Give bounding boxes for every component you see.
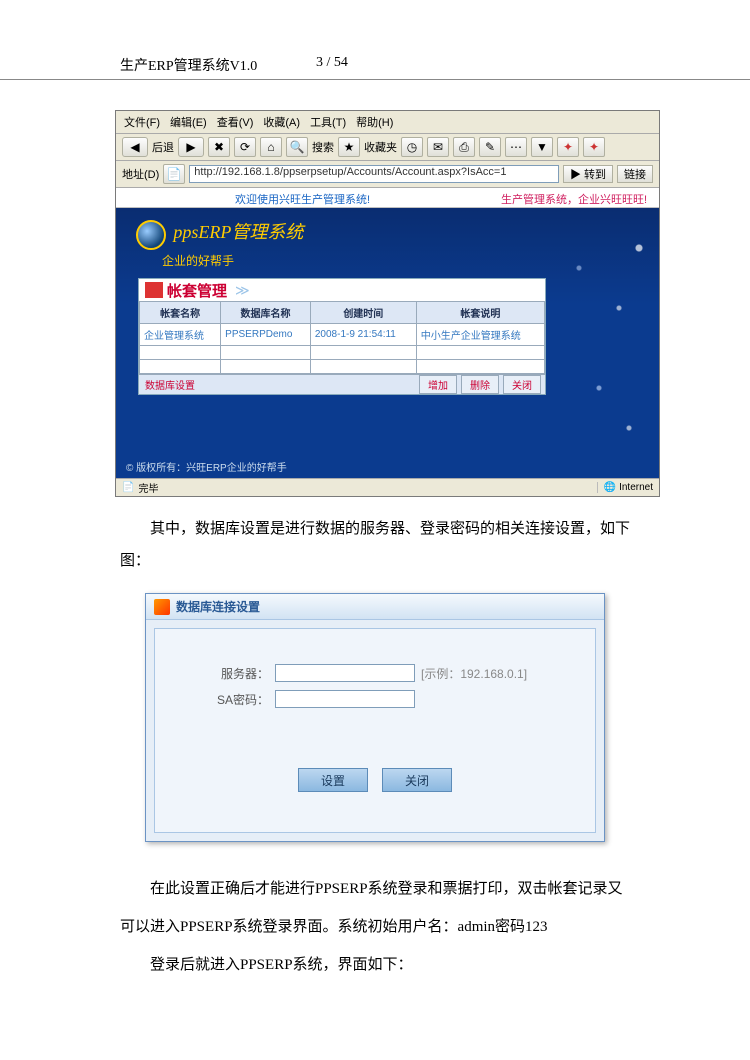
- col-account-name[interactable]: 帐套名称: [140, 302, 221, 324]
- close-dialog-button[interactable]: 关闭: [382, 768, 452, 792]
- stop-button[interactable]: ✖: [208, 137, 230, 157]
- dialog-icon: [154, 599, 170, 615]
- mail-button[interactable]: ✉: [427, 137, 449, 157]
- close-button[interactable]: 关闭: [503, 375, 541, 394]
- menu-favorites[interactable]: 收藏(A): [263, 114, 300, 130]
- links-button[interactable]: 链接: [617, 165, 653, 183]
- refresh-button[interactable]: ⟳: [234, 137, 256, 157]
- col-desc[interactable]: 帐套说明: [416, 302, 544, 324]
- account-table: 帐套名称 数据库名称 创建时间 帐套说明 企业管理系统 PPSERPDemo 2…: [139, 301, 545, 374]
- col-create-time[interactable]: 创建时间: [310, 302, 416, 324]
- goto-button[interactable]: ▶ 转到: [563, 165, 613, 183]
- paragraph-3: 登录后就进入PPSERP系统，界面如下：: [0, 946, 750, 984]
- cell-account-name: 企业管理系统: [140, 324, 221, 346]
- forward-button[interactable]: ▶: [178, 137, 204, 157]
- delete-button[interactable]: 删除: [461, 375, 499, 394]
- panel-title: 帐套管理: [167, 280, 227, 301]
- tool-button-2[interactable]: ▼: [531, 137, 553, 157]
- tool-button-4[interactable]: ✦: [583, 137, 605, 157]
- doc-title: 生产ERP管理系统V1.0: [120, 55, 310, 75]
- account-panel: 帐套管理 ≫ 帐套名称 数据库名称 创建时间 帐套说明 企业管理系统 PPSER…: [138, 278, 546, 395]
- dialog-title: 数据库连接设置: [176, 598, 260, 615]
- document-header: 生产ERP管理系统V1.0 3 / 54: [0, 55, 750, 80]
- dialog-body: 服务器： [示例：192.168.0.1] SA密码： 设置 关闭: [154, 628, 596, 833]
- panel-footer: 数据库设置 增加 删除 关闭: [139, 374, 545, 394]
- search-label: 搜索: [312, 139, 334, 155]
- edit-button[interactable]: ✎: [479, 137, 501, 157]
- tool-button-1[interactable]: ⋯: [505, 137, 527, 157]
- table-row-empty: [140, 360, 545, 374]
- ie-toolbar: ◀ 后退 ▶ ✖ ⟳ ⌂ 🔍 搜索 ★ 收藏夹 ◷ ✉ ⎙ ✎ ⋯ ▼ ✦ ✦: [116, 134, 659, 161]
- dialog-title-bar: 数据库连接设置: [146, 594, 604, 620]
- sa-password-label: SA密码：: [209, 691, 269, 708]
- browser-window: 文件(F) 编辑(E) 查看(V) 收藏(A) 工具(T) 帮助(H) ◀ 后退…: [115, 110, 660, 497]
- globe-icon: [136, 220, 166, 250]
- back-button[interactable]: ◀: [122, 137, 148, 157]
- chevron-icon: ≫: [235, 282, 250, 299]
- cell-create-time: 2008-1-9 21:54:11: [310, 324, 416, 346]
- page-number: 3 / 54: [316, 55, 348, 75]
- address-input[interactable]: http://192.168.1.8/ppserpsetup/Accounts/…: [189, 165, 559, 183]
- menu-tools[interactable]: 工具(T): [310, 114, 346, 130]
- page-icon-status: 📄: [122, 482, 134, 493]
- table-row[interactable]: 企业管理系统 PPSERPDemo 2008-1-9 21:54:11 中小生产…: [140, 324, 545, 346]
- set-button[interactable]: 设置: [298, 768, 368, 792]
- add-button[interactable]: 增加: [419, 375, 457, 394]
- back-label: 后退: [152, 139, 174, 155]
- server-label: 服务器：: [209, 665, 269, 682]
- menu-help[interactable]: 帮助(H): [356, 114, 393, 130]
- address-label: 地址(D): [122, 166, 159, 182]
- cell-db-name: PPSERPDemo: [221, 324, 311, 346]
- logo-subtitle: 企业的好帮手: [162, 252, 303, 269]
- col-db-name[interactable]: 数据库名称: [221, 302, 311, 324]
- paragraph-1: 其中，数据库设置是进行数据的服务器、登录密码的相关连接设置，如下图：: [0, 497, 750, 587]
- server-input[interactable]: [275, 664, 415, 682]
- sa-password-input[interactable]: [275, 690, 415, 708]
- status-done: 完毕: [138, 480, 158, 495]
- page-content: 欢迎使用兴旺生产管理系统! 生产管理系统，企业兴旺旺旺! ppsERP管理系统 …: [116, 188, 659, 478]
- cell-desc: 中小生产企业管理系统: [416, 324, 544, 346]
- menu-file[interactable]: 文件(F): [124, 114, 160, 130]
- panel-icon: [145, 282, 163, 298]
- db-connection-dialog: 数据库连接设置 服务器： [示例：192.168.0.1] SA密码： 设置 关…: [145, 593, 605, 842]
- favorites-label: 收藏夹: [364, 139, 397, 155]
- favorites-button[interactable]: ★: [338, 137, 360, 157]
- paragraph-2: 在此设置正确后才能进行PPSERP系统登录和票据打印，双击帐套记录又可以进入PP…: [0, 842, 750, 946]
- welcome-text: 欢迎使用兴旺生产管理系统!: [116, 188, 489, 207]
- ie-menu-bar: 文件(F) 编辑(E) 查看(V) 收藏(A) 工具(T) 帮助(H): [116, 111, 659, 134]
- tool-button-3[interactable]: ✦: [557, 137, 579, 157]
- security-zone: 🌐 Internet: [597, 482, 653, 493]
- home-button[interactable]: ⌂: [260, 137, 282, 157]
- ie-status-bar: 📄 完毕 🌐 Internet: [116, 478, 659, 496]
- table-row-empty: [140, 346, 545, 360]
- db-setting-link[interactable]: 数据库设置: [145, 377, 195, 392]
- logo-block: ppsERP管理系统 企业的好帮手: [136, 218, 303, 269]
- print-button[interactable]: ⎙: [453, 137, 475, 157]
- server-hint: [示例：192.168.0.1]: [421, 665, 541, 682]
- history-button[interactable]: ◷: [401, 137, 423, 157]
- menu-view[interactable]: 查看(V): [217, 114, 254, 130]
- menu-edit[interactable]: 编辑(E): [170, 114, 207, 130]
- search-button[interactable]: 🔍: [286, 137, 308, 157]
- decoration-sparkles: [539, 188, 659, 478]
- page-icon: 📄: [163, 164, 185, 184]
- logo-title: ppsERP管理系统: [173, 222, 303, 242]
- panel-title-bar: 帐套管理 ≫: [139, 279, 545, 301]
- page-copyright: © 版权所有：兴旺ERP企业的好帮手: [126, 459, 287, 474]
- address-bar-row: 地址(D) 📄 http://192.168.1.8/ppserpsetup/A…: [116, 161, 659, 188]
